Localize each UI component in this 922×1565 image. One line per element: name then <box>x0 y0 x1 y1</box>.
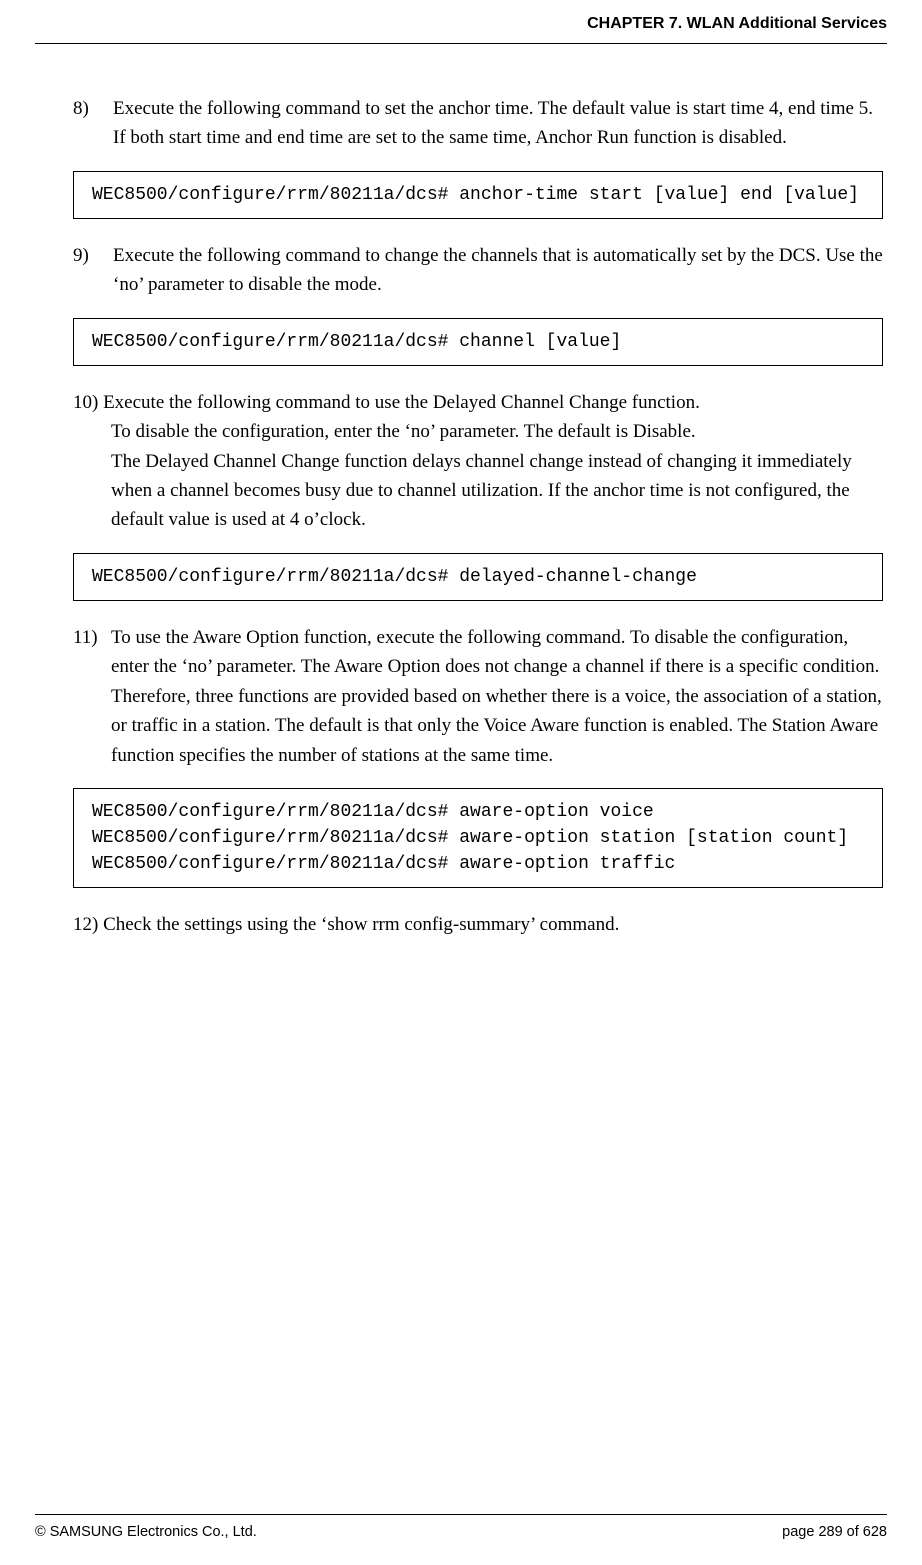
list-item: 8) Execute the following command to set … <box>73 94 887 153</box>
chapter-title: CHAPTER 7. WLAN Additional Services <box>587 15 887 32</box>
footer-page-number: page 289 of 628 <box>782 1521 887 1543</box>
page-container: CHAPTER 7. WLAN Additional Services 8) E… <box>0 0 922 1565</box>
page-header: CHAPTER 7. WLAN Additional Services <box>35 0 887 44</box>
code-block: WEC8500/configure/rrm/80211a/dcs# aware-… <box>73 788 883 888</box>
item-number: 8) <box>73 94 113 153</box>
item-text-line1: Execute the following command to use the… <box>103 392 700 413</box>
item-text: Check the settings using the ‘show rrm c… <box>103 914 619 935</box>
item-text: Execute the following command to change … <box>113 241 887 300</box>
code-block: WEC8500/configure/rrm/80211a/dcs# channe… <box>73 318 883 366</box>
footer-copyright: © SAMSUNG Electronics Co., Ltd. <box>35 1521 257 1543</box>
page-footer: © SAMSUNG Electronics Co., Ltd. page 289… <box>35 1514 887 1543</box>
code-block: WEC8500/configure/rrm/80211a/dcs# delaye… <box>73 553 883 601</box>
list-item: 10) Execute the following command to use… <box>73 388 887 535</box>
item-number: 10) <box>73 388 98 417</box>
item-row: 10) Execute the following command to use… <box>73 388 887 417</box>
item-number: 11) <box>73 623 111 770</box>
item-number: 9) <box>73 241 113 300</box>
page-content: 8) Execute the following command to set … <box>35 44 887 940</box>
list-item: 9) Execute the following command to chan… <box>73 241 887 300</box>
item-text: To use the Aware Option function, execut… <box>111 623 887 770</box>
item-text: Execute the following command to set the… <box>113 94 887 153</box>
list-item: 11) To use the Aware Option function, ex… <box>73 623 887 770</box>
code-block: WEC8500/configure/rrm/80211a/dcs# anchor… <box>73 171 883 219</box>
list-item: 12) Check the settings using the ‘show r… <box>73 910 887 939</box>
item-number: 12) <box>73 910 98 939</box>
item-text-rest: To disable the configuration, enter the … <box>73 417 887 535</box>
